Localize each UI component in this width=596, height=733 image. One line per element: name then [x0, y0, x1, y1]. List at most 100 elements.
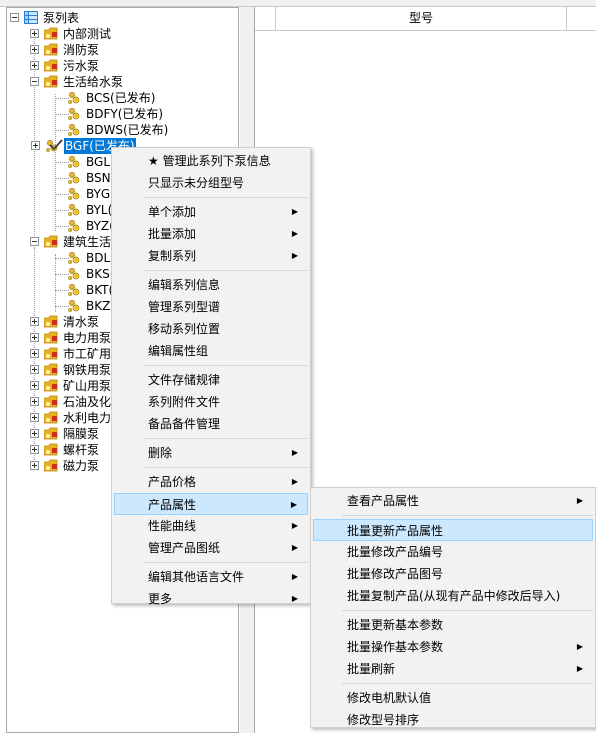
menu-item-label: 备品备件管理 — [148, 417, 221, 431]
menu-item[interactable]: 产品属性 ▶ — [114, 493, 308, 515]
pump-series-icon — [67, 91, 81, 105]
expand-toggle-icon[interactable] — [30, 317, 39, 326]
tree-node-series[interactable]: BDWS(已发布) — [31, 122, 238, 138]
expand-toggle-icon[interactable] — [30, 333, 39, 342]
pump-series-icon — [67, 299, 81, 313]
submenu-arrow-icon: ▶ — [291, 572, 298, 581]
expand-toggle-icon[interactable] — [30, 429, 39, 438]
menu-item[interactable]: 批量修改产品编号 — [313, 541, 593, 563]
grid-header: 型号 — [255, 7, 596, 31]
menu-item[interactable]: 查看产品属性 ▶ — [313, 490, 593, 512]
menu-item[interactable]: 批量刷新 ▶ — [313, 658, 593, 680]
menu-item[interactable]: 单个添加 ▶ — [114, 201, 308, 223]
tree-node-category[interactable]: 消防泵 — [30, 42, 238, 58]
expand-toggle-icon[interactable] — [31, 141, 40, 150]
expand-toggle-icon[interactable] — [30, 349, 39, 358]
tree-node-label: 电力用泵 — [63, 331, 112, 345]
product-attribute-submenu: 查看产品属性 ▶ 批量更新产品属性批量修改产品编号 批量修改产品图号批量复制产品(从现… — [310, 487, 596, 728]
pump-series-icon — [67, 203, 81, 217]
menu-item-label: 批量添加 — [148, 227, 197, 241]
menu-item[interactable]: 批量更新基本参数 — [313, 614, 593, 636]
tree-node-category[interactable]: 内部测试 — [30, 26, 238, 42]
menu-item[interactable]: 批量复制产品(从现有产品中修改后导入) — [313, 585, 593, 607]
submenu-arrow-icon: ▶ — [576, 642, 583, 651]
pump-series-icon — [67, 155, 81, 169]
folder-pump-icon — [43, 459, 58, 472]
pump-series-icon — [67, 187, 81, 201]
expand-toggle-icon[interactable] — [30, 413, 39, 422]
tree-node-label: 消防泵 — [63, 43, 100, 57]
menu-item[interactable]: 批量修改产品图号 — [313, 563, 593, 585]
tree-node-label: BCS(已发布) — [86, 91, 156, 105]
tree-node-root[interactable]: 泵列表 — [10, 10, 210, 26]
expand-toggle-icon[interactable] — [30, 397, 39, 406]
column-header-model[interactable]: 型号 — [276, 7, 567, 30]
expand-toggle-icon[interactable] — [30, 365, 39, 374]
tree-node-category[interactable]: 污水泵 — [30, 58, 238, 74]
collapse-toggle-icon[interactable] — [10, 13, 19, 22]
menu-item-label: 管理系列型谱 — [148, 300, 221, 314]
menu-item[interactable]: ★ 管理此系列下泵信息 — [114, 150, 308, 172]
expand-toggle-icon[interactable] — [30, 29, 39, 38]
menu-item-label: 修改型号排序 — [347, 713, 420, 727]
tree-node-label: BDFY(已发布) — [86, 107, 164, 121]
folder-pump-icon — [43, 43, 58, 56]
menu-item-label: 批量刷新 — [347, 662, 396, 676]
pump-series-icon — [67, 283, 81, 297]
folder-pump-icon — [43, 59, 58, 72]
checkmark-icon — [49, 138, 63, 152]
expand-toggle-icon[interactable] — [30, 381, 39, 390]
menu-item[interactable]: 修改电机默认值 — [313, 687, 593, 709]
submenu-arrow-icon: ▶ — [576, 496, 583, 505]
menu-separator — [143, 438, 308, 439]
menu-item[interactable]: 批量更新产品属性 — [313, 519, 593, 541]
menu-item[interactable]: 更多 ▶ — [114, 588, 308, 610]
menu-item-label: 批量更新基本参数 — [347, 618, 444, 632]
menu-item[interactable]: 修改型号排序 — [313, 709, 593, 731]
context-menu: ★ 管理此系列下泵信息 只显示未分组型号 单个添加 ▶ 批量添加 ▶ 复制系列 ▶ 编辑系列信息… — [111, 147, 311, 606]
menu-separator — [342, 683, 593, 684]
menu-separator — [143, 270, 308, 271]
menu-item[interactable]: 备品备件管理 — [114, 413, 308, 435]
grid-corner-cell[interactable] — [255, 7, 276, 30]
tree-node-label: 内部测试 — [63, 27, 112, 41]
menu-item-label: 复制系列 — [148, 249, 197, 263]
expand-toggle-icon[interactable] — [30, 61, 39, 70]
menu-item-label: 管理产品图纸 — [148, 541, 221, 555]
menu-item-label: 批量复制产品(从现有产品中修改后导入) — [347, 589, 561, 603]
menu-item[interactable]: 系列附件文件 — [114, 391, 308, 413]
menu-item[interactable]: 管理系列型谱 — [114, 296, 308, 318]
collapse-toggle-icon[interactable] — [30, 77, 39, 86]
tree-node-label: BDWS(已发布) — [86, 123, 169, 137]
menu-item[interactable]: 复制系列 ▶ — [114, 245, 308, 267]
menu-item[interactable]: 编辑系列信息 — [114, 274, 308, 296]
tree-node-label: BYZ( — [86, 219, 114, 233]
tree-node-label: 建筑生活 — [63, 235, 112, 249]
menu-item-label: 批量更新产品属性 — [347, 524, 444, 538]
expand-toggle-icon[interactable] — [30, 461, 39, 470]
menu-item[interactable]: 编辑属性组 — [114, 340, 308, 362]
tree-node-category[interactable]: 生活给水泵 — [30, 74, 238, 90]
tree-node-series[interactable]: BCS(已发布) — [31, 90, 238, 106]
collapse-toggle-icon[interactable] — [30, 237, 39, 246]
menu-item[interactable]: 产品价格 ▶ — [114, 471, 308, 493]
tree-node-series[interactable]: BDFY(已发布) — [31, 106, 238, 122]
menu-item-label: 文件存储规律 — [148, 373, 221, 387]
menu-item[interactable]: 管理产品图纸 ▶ — [114, 537, 308, 559]
menu-item[interactable]: 批量操作基本参数 ▶ — [313, 636, 593, 658]
menu-item[interactable]: 删除 ▶ — [114, 442, 308, 464]
menu-item[interactable]: 批量添加 ▶ — [114, 223, 308, 245]
menu-item[interactable]: 性能曲线 ▶ — [114, 515, 308, 537]
menu-item[interactable]: 编辑其他语言文件 ▶ — [114, 566, 308, 588]
menu-item[interactable]: 文件存储规律 — [114, 369, 308, 391]
grid-list-icon — [24, 11, 38, 24]
tree-node-label: BKT( — [86, 283, 114, 297]
folder-pump-icon — [43, 235, 58, 248]
tree-node-label: 泵列表 — [43, 11, 80, 25]
expand-toggle-icon[interactable] — [30, 445, 39, 454]
menu-item[interactable]: 只显示未分组型号 — [114, 172, 308, 194]
menu-item[interactable]: 移动系列位置 — [114, 318, 308, 340]
expand-toggle-icon[interactable] — [30, 45, 39, 54]
submenu-arrow-icon: ▶ — [291, 229, 298, 238]
menu-separator — [143, 467, 308, 468]
